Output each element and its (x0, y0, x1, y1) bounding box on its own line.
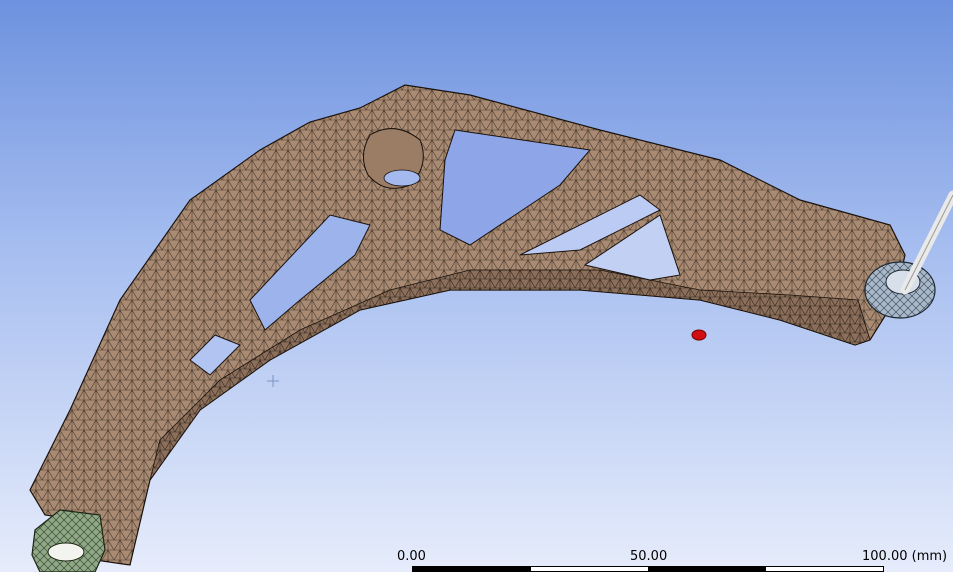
scale-label-mid: 50.00 (630, 549, 668, 564)
graphics-viewport[interactable]: 0.00 50.00 100.00 (mm) (0, 0, 953, 572)
force-marker (691, 329, 707, 341)
left-fixed-support (31, 509, 106, 572)
scale-label-zero: 0.00 (397, 549, 426, 564)
mesh-model-view[interactable] (0, 0, 953, 572)
cursor-crosshair-icon (267, 375, 279, 387)
cutout-bore-hole (383, 169, 421, 187)
scale-label-max: 100.00 (mm) (862, 549, 948, 564)
scale-ruler (412, 566, 884, 572)
left-support-bore (47, 542, 85, 562)
